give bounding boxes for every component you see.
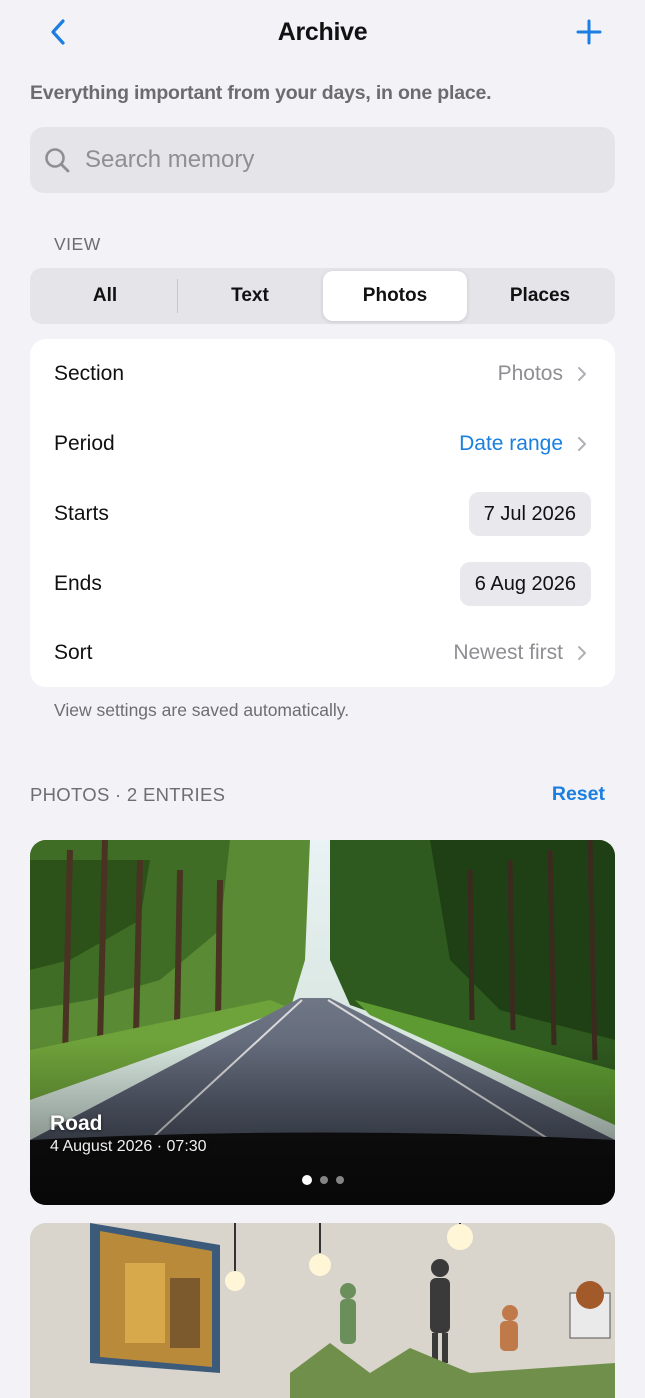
start-date-picker[interactable]: 7 Jul 2026 — [468, 492, 591, 536]
section-value: Photos — [497, 362, 563, 385]
reset-button[interactable]: Reset — [552, 783, 605, 806]
photo-timestamp: 4 August 2026 · 07:30 — [50, 1138, 207, 1155]
sort-value: Newest first — [453, 641, 563, 664]
section-label: Section — [54, 362, 125, 385]
view-segmented-control: All Text Photos Places — [30, 268, 615, 324]
photo-card[interactable] — [30, 1223, 615, 1398]
section-row[interactable]: Section Photos — [30, 339, 615, 409]
chevron-right-icon — [575, 434, 589, 454]
period-label: Period — [54, 432, 115, 455]
sort-label: Sort — [54, 641, 93, 664]
photo-title: Road — [50, 1112, 103, 1135]
search-bar[interactable] — [30, 127, 615, 193]
starts-label: Starts — [54, 502, 109, 525]
page-dot — [319, 1176, 328, 1184]
chevron-right-icon — [575, 643, 589, 663]
page-dot — [335, 1176, 344, 1184]
sort-row[interactable]: Sort Newest first — [30, 618, 615, 688]
page-subtitle: Everything important from your days, in … — [30, 82, 492, 104]
page-dot-active — [301, 1175, 312, 1185]
list-header: PHOTOS · 2 ENTRIES — [30, 784, 226, 805]
cafe-photo-image — [30, 1223, 615, 1398]
search-input[interactable] — [85, 146, 585, 174]
archive-screen: Archive Everything important from your d… — [0, 0, 645, 1398]
search-icon — [43, 146, 71, 174]
photo-card[interactable]: Road 4 August 2026 · 07:30 — [30, 840, 615, 1205]
period-row[interactable]: Period Date range — [30, 409, 615, 479]
ends-label: Ends — [54, 572, 102, 595]
view-section-label: VIEW — [54, 234, 101, 254]
page-title: Archive — [277, 18, 368, 46]
photo-page-indicator[interactable] — [30, 1175, 615, 1185]
segment-photos[interactable]: Photos — [323, 271, 467, 321]
plus-icon — [576, 19, 602, 45]
view-settings-card: Section Photos Period Date range Starts … — [30, 339, 615, 687]
period-value: Date range — [459, 432, 563, 455]
nav-bar: Archive — [0, 0, 645, 66]
segment-text[interactable]: Text — [178, 271, 322, 321]
starts-row: Starts 7 Jul 2026 — [30, 479, 615, 549]
ends-row: Ends 6 Aug 2026 — [30, 549, 615, 619]
end-date-picker[interactable]: 6 Aug 2026 — [459, 562, 591, 606]
settings-footnote: View settings are saved automatically. — [54, 700, 350, 720]
add-button[interactable] — [571, 14, 607, 50]
segment-all[interactable]: All — [33, 271, 177, 321]
chevron-right-icon — [575, 364, 589, 384]
segment-places[interactable]: Places — [468, 271, 612, 321]
